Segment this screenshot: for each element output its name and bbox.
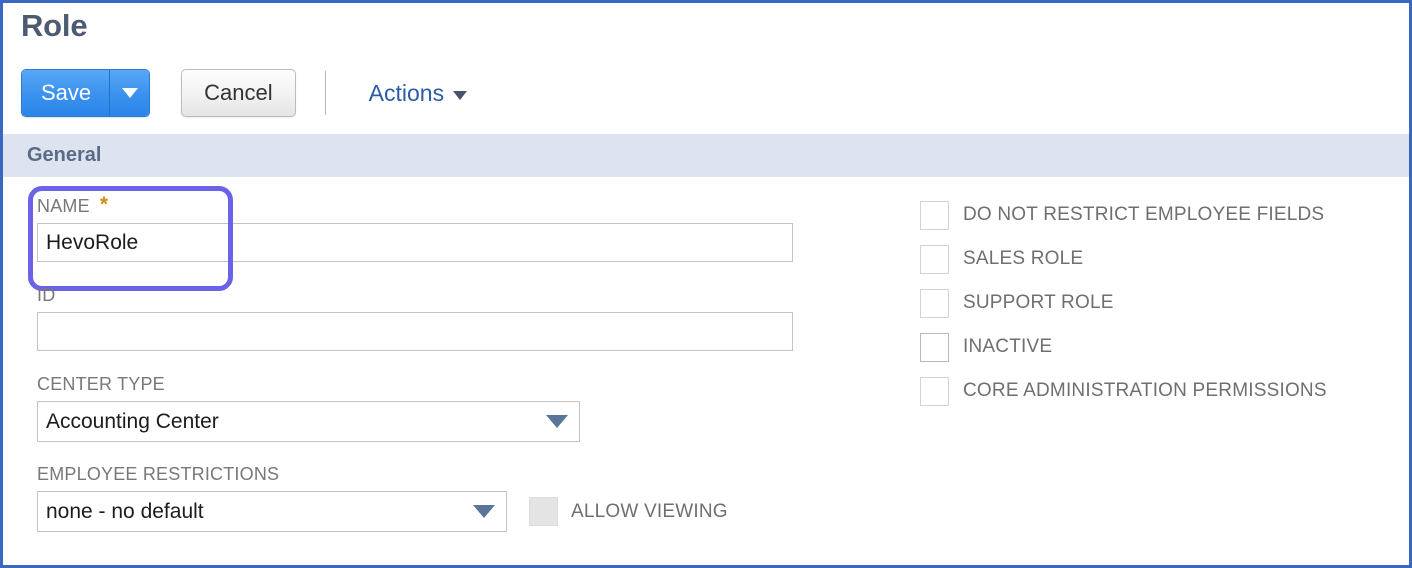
center-type-label-text: CENTER TYPE — [37, 374, 165, 394]
general-section-title: General — [27, 144, 102, 166]
allow-viewing-checkbox-row: ALLOW VIEWING — [529, 497, 728, 526]
center-type-select[interactable]: Accounting Center — [37, 401, 580, 442]
general-section-header: General — [3, 134, 1409, 177]
checkbox-row-do-not-restrict-employee-fields[interactable]: DO NOT RESTRICT EMPLOYEE FIELDS — [920, 193, 1390, 237]
name-input[interactable]: HevoRole — [37, 223, 793, 262]
form-left-column: NAME * HevoRole ID CENTER TYPE Accountin… — [28, 177, 797, 532]
required-asterisk-icon: * — [99, 193, 109, 216]
toolbar: Save Cancel Actions — [21, 66, 468, 120]
core-administration-permissions-checkbox[interactable] — [920, 376, 949, 406]
do-not-restrict-employee-fields-label: DO NOT RESTRICT EMPLOYEE FIELDS — [963, 204, 1325, 225]
allow-viewing-checkbox — [529, 497, 558, 526]
checkbox-row-support-role[interactable]: SUPPORT ROLE — [920, 281, 1390, 325]
cancel-button[interactable]: Cancel — [181, 69, 296, 117]
role-form-page: Role Save Cancel Actions General NAME * … — [0, 0, 1412, 568]
name-label: NAME * — [37, 193, 797, 219]
do-not-restrict-employee-fields-checkbox[interactable] — [920, 200, 949, 230]
core-administration-permissions-label: CORE ADMINISTRATION PERMISSIONS — [963, 380, 1327, 401]
sales-role-label: SALES ROLE — [963, 248, 1084, 269]
checkbox-row-inactive[interactable]: INACTIVE — [920, 325, 1390, 369]
sales-role-checkbox[interactable] — [920, 244, 949, 274]
save-dropdown-button[interactable] — [109, 70, 150, 116]
form-right-column: DO NOT RESTRICT EMPLOYEE FIELDS SALES RO… — [920, 193, 1390, 413]
name-label-text: NAME — [37, 196, 90, 216]
actions-menu-label: Actions — [368, 79, 445, 106]
actions-menu[interactable]: Actions — [368, 79, 468, 107]
field-name: NAME * HevoRole — [28, 186, 797, 291]
employee-restrictions-value: none - no default — [46, 499, 204, 523]
caret-down-icon — [473, 505, 495, 518]
center-type-label: CENTER TYPE — [37, 373, 797, 397]
field-center-type: CENTER TYPE Accounting Center — [37, 373, 797, 442]
caret-down-icon — [546, 415, 568, 428]
support-role-label: SUPPORT ROLE — [963, 292, 1114, 313]
inactive-label: INACTIVE — [963, 336, 1053, 357]
save-button[interactable]: Save — [22, 70, 110, 116]
id-label-text: ID — [37, 285, 56, 305]
checkbox-row-sales-role[interactable]: SALES ROLE — [920, 237, 1390, 281]
field-employee-restrictions: EMPLOYEE RESTRICTIONS none - no default … — [37, 463, 797, 532]
save-button-group: Save — [21, 69, 151, 117]
center-type-value: Accounting Center — [46, 409, 219, 433]
checkbox-row-core-administration-permissions[interactable]: CORE ADMINISTRATION PERMISSIONS — [920, 369, 1390, 413]
employee-restrictions-label-text: EMPLOYEE RESTRICTIONS — [37, 464, 280, 484]
allow-viewing-label: ALLOW VIEWING — [571, 500, 728, 522]
field-id: ID — [37, 284, 797, 351]
caret-down-icon — [121, 88, 138, 98]
employee-restrictions-row: none - no default ALLOW VIEWING — [37, 491, 797, 532]
employee-restrictions-label: EMPLOYEE RESTRICTIONS — [37, 463, 797, 487]
id-input[interactable] — [37, 312, 793, 351]
page-title: Role — [21, 8, 88, 43]
employee-restrictions-select[interactable]: none - no default — [37, 491, 507, 532]
toolbar-divider — [324, 71, 326, 115]
inactive-checkbox[interactable] — [920, 332, 949, 362]
id-label: ID — [37, 284, 797, 308]
form-body: NAME * HevoRole ID CENTER TYPE Accountin… — [3, 177, 1409, 565]
caret-down-icon — [453, 91, 468, 100]
support-role-checkbox[interactable] — [920, 288, 949, 318]
